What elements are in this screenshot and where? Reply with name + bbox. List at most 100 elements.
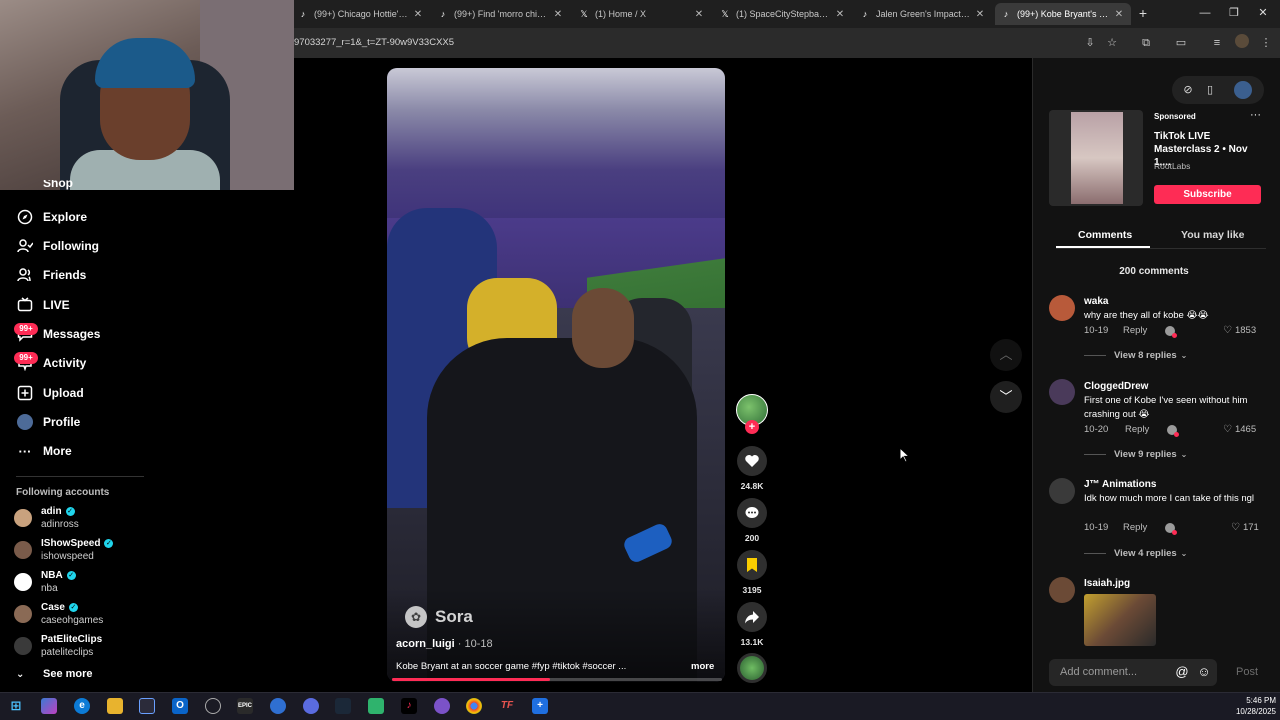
extensions-icon[interactable]: ⧉ bbox=[1138, 35, 1154, 51]
outlook-icon[interactable]: O bbox=[172, 698, 188, 714]
video-author-name[interactable]: acorn_luigi bbox=[396, 638, 455, 650]
reply-button[interactable]: Reply bbox=[1123, 522, 1147, 533]
close-icon[interactable]: ✕ bbox=[693, 9, 705, 20]
windows-start-icon[interactable]: ⊞ bbox=[8, 698, 24, 714]
app-icon[interactable] bbox=[270, 698, 286, 714]
close-icon[interactable]: ✕ bbox=[834, 9, 846, 20]
tab-comments[interactable]: Comments bbox=[1078, 229, 1132, 241]
url-text[interactable]: 97033277_r=1&_t=ZT-90w9V33CXX5 bbox=[294, 37, 454, 48]
comment-like-button[interactable]: ♡ 171 bbox=[1231, 522, 1259, 533]
following-account[interactable]: adin ✓ adinross bbox=[14, 503, 79, 533]
tf-app-icon[interactable]: TF bbox=[499, 698, 515, 714]
menu-kebab-icon[interactable]: ⋮ bbox=[1258, 35, 1274, 51]
browser-profile-avatar[interactable] bbox=[1235, 34, 1249, 48]
close-icon[interactable]: ✕ bbox=[1113, 9, 1125, 20]
video-author[interactable]: acorn_luigi · 10-18 bbox=[396, 638, 493, 650]
close-window-icon[interactable]: ✕ bbox=[1256, 6, 1270, 20]
minimize-icon[interactable]: — bbox=[1198, 6, 1212, 20]
ad-menu-icon[interactable]: ··· bbox=[1250, 109, 1261, 121]
following-account[interactable]: NBA ✓ nba bbox=[14, 567, 76, 597]
browser-tab[interactable]: 𝕏 (1) Home / X ✕ bbox=[573, 3, 711, 25]
comment-avatar[interactable] bbox=[1049, 295, 1075, 321]
comment-avatar[interactable] bbox=[1049, 577, 1075, 603]
new-tab-button[interactable]: + bbox=[1135, 5, 1151, 21]
browser-tab[interactable]: ♪ Jalen Green's Impact on th ✕ bbox=[854, 3, 992, 25]
app-blue-plus-icon[interactable]: + bbox=[532, 698, 548, 714]
reply-button[interactable]: Reply bbox=[1123, 325, 1147, 336]
previous-video-button[interactable]: ︿ bbox=[990, 339, 1022, 371]
next-video-button[interactable]: ﹀ bbox=[990, 381, 1022, 413]
comment-avatar[interactable] bbox=[1049, 379, 1075, 405]
comment-username[interactable]: J™ Animations bbox=[1084, 479, 1156, 490]
edge-icon[interactable]: e bbox=[74, 698, 90, 714]
sidebar-item-explore[interactable]: Explore bbox=[16, 206, 87, 228]
view-replies-button[interactable]: View 4 replies ⌄ bbox=[1084, 548, 1187, 559]
comment-avatar[interactable] bbox=[1049, 478, 1075, 504]
close-icon[interactable]: ✕ bbox=[412, 9, 424, 20]
browser-tab[interactable]: 𝕏 (1) SpaceCityStepback on ✕ bbox=[714, 3, 852, 25]
mention-icon[interactable]: @ bbox=[1174, 664, 1190, 680]
app-green-icon[interactable] bbox=[368, 698, 384, 714]
view-replies-button[interactable]: View 8 replies ⌄ bbox=[1084, 350, 1187, 361]
file-explorer-icon[interactable] bbox=[107, 698, 123, 714]
ms-store-icon[interactable] bbox=[139, 698, 155, 714]
comment-like-button[interactable]: ♡ 1465 bbox=[1223, 424, 1256, 435]
browser-tab[interactable]: ♪ (99+) Chicago Hottie's Me ✕ bbox=[292, 3, 430, 25]
browser-tab[interactable]: ♪ (99+) Find 'morro chicago ✕ bbox=[432, 3, 570, 25]
video-progress-bar[interactable] bbox=[392, 678, 722, 681]
epic-games-icon[interactable]: EPIC bbox=[237, 698, 253, 714]
tiktok-app-icon[interactable]: ♪ bbox=[401, 698, 417, 714]
app-purple-icon[interactable] bbox=[434, 698, 450, 714]
following-account[interactable]: Case ✓ caseohgames bbox=[14, 599, 103, 629]
following-account[interactable]: PatEliteClips pateliteclips bbox=[14, 631, 102, 661]
close-icon[interactable]: ✕ bbox=[974, 9, 986, 20]
comment-username[interactable]: CloggedDrew bbox=[1084, 381, 1148, 392]
bookmark-star-icon[interactable]: ☆ bbox=[1104, 35, 1120, 51]
reply-button[interactable]: Reply bbox=[1125, 424, 1149, 435]
following-account[interactable]: IShowSpeed ✓ ishowspeed bbox=[14, 535, 114, 565]
sidebar-item-friends[interactable]: Friends bbox=[16, 264, 86, 286]
see-more-button[interactable]: ⌄ See more bbox=[16, 668, 93, 680]
sidebar-item-more[interactable]: ··· More bbox=[16, 440, 72, 462]
comment-button[interactable] bbox=[737, 498, 767, 528]
sidebar-item-shop[interactable]: Shop bbox=[16, 180, 73, 190]
webcam-overlay bbox=[0, 0, 294, 190]
caption-more-button[interactable]: more bbox=[691, 661, 714, 672]
sidebar-item-live[interactable]: LIVE bbox=[16, 294, 70, 316]
music-disc-icon[interactable] bbox=[737, 653, 767, 683]
install-app-icon[interactable]: ⇩ bbox=[1082, 35, 1098, 51]
media-controls-icon[interactable]: ≡ bbox=[1209, 35, 1225, 51]
coins-icon[interactable]: ⊘ bbox=[1180, 82, 1196, 98]
sidepanel-icon[interactable]: ▭ bbox=[1173, 35, 1189, 51]
save-button[interactable] bbox=[737, 550, 767, 580]
share-button[interactable] bbox=[737, 602, 767, 632]
user-avatar[interactable] bbox=[1234, 81, 1252, 99]
comment-like-button[interactable]: ♡ 1853 bbox=[1223, 325, 1256, 336]
chrome-icon[interactable] bbox=[466, 698, 482, 714]
tab-you-may-like[interactable]: You may like bbox=[1181, 229, 1244, 241]
taskbar-clock[interactable]: 5:46 PM 10/28/2025 bbox=[1226, 695, 1276, 717]
sidebar-item-profile[interactable]: Profile bbox=[16, 411, 80, 433]
post-comment-button[interactable]: Post bbox=[1236, 666, 1258, 678]
restore-icon[interactable]: ❐ bbox=[1227, 6, 1241, 20]
device-icon[interactable]: ▯ bbox=[1202, 82, 1218, 98]
browser-tab-active[interactable]: ♪ (99+) Kobe Bryant's Memo ✕ bbox=[995, 3, 1131, 25]
comment-username[interactable]: waka bbox=[1084, 296, 1108, 307]
steam-icon[interactable] bbox=[335, 698, 351, 714]
comment-image[interactable] bbox=[1084, 594, 1156, 646]
sidebar-item-following[interactable]: Following bbox=[16, 235, 99, 257]
video-player[interactable] bbox=[387, 68, 725, 682]
ad-thumbnail[interactable] bbox=[1049, 110, 1143, 206]
comment-username[interactable]: Isaiah.jpg bbox=[1084, 578, 1130, 589]
ad-subscribe-button[interactable]: Subscribe bbox=[1154, 185, 1261, 204]
sidebar-item-upload[interactable]: Upload bbox=[16, 382, 84, 404]
emoji-icon[interactable]: ☺ bbox=[1196, 664, 1212, 680]
follow-plus-icon[interactable]: + bbox=[745, 420, 759, 434]
close-icon[interactable]: ✕ bbox=[552, 9, 564, 20]
view-replies-button[interactable]: View 9 replies ⌄ bbox=[1084, 449, 1187, 460]
shop-icon bbox=[16, 180, 34, 190]
discord-icon[interactable] bbox=[303, 698, 319, 714]
like-button[interactable] bbox=[737, 446, 767, 476]
copilot-icon[interactable] bbox=[41, 698, 57, 714]
ea-app-icon[interactable] bbox=[205, 698, 221, 714]
